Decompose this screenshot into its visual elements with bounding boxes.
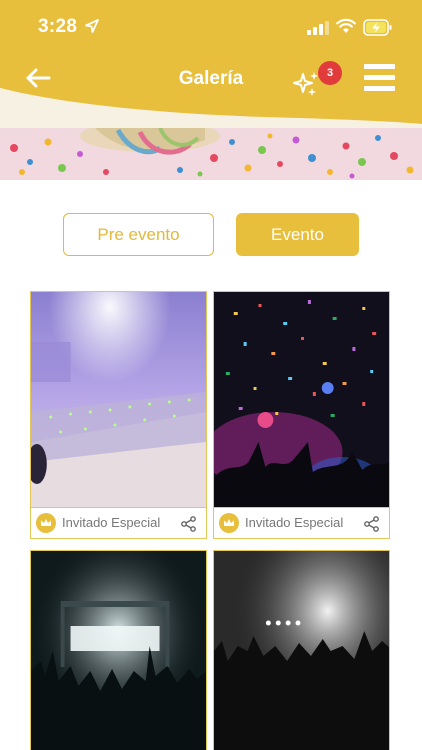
gallery-card[interactable] <box>213 550 390 750</box>
app-header: 3:28 Galería 3 <box>0 0 422 132</box>
tab-pre-evento[interactable]: Pre evento <box>63 213 214 256</box>
gallery-photo-dance-floor[interactable] <box>31 292 206 507</box>
gallery-photo-party-crowd-bw[interactable] <box>214 551 389 750</box>
share-icon[interactable] <box>181 516 196 532</box>
wifi-icon <box>336 18 356 33</box>
tab-evento[interactable]: Evento <box>236 213 359 256</box>
gallery-photo-confetti-crowd[interactable] <box>214 292 389 507</box>
location-arrow-icon <box>85 19 99 33</box>
status-time: 3:28 <box>38 16 78 37</box>
gallery-card[interactable] <box>30 550 207 750</box>
sparkles-icon[interactable] <box>291 70 321 98</box>
crown-icon <box>36 513 56 533</box>
battery-charging-icon <box>363 19 392 36</box>
notification-badge[interactable]: 3 <box>318 61 342 85</box>
confetti-image <box>0 128 422 180</box>
cellular-signal-icon <box>307 21 329 35</box>
page-title: Galería <box>178 68 244 89</box>
hamburger-menu-icon[interactable] <box>364 64 395 94</box>
share-icon[interactable] <box>364 516 379 532</box>
gallery-card[interactable]: Invitado Especial <box>213 291 390 539</box>
card-footer: Invitado Especial <box>214 507 389 538</box>
card-author: Invitado Especial <box>62 515 161 530</box>
header-banner-image <box>0 128 422 180</box>
status-bar: 3:28 <box>0 0 422 52</box>
gallery-photo-concert-stage[interactable] <box>31 551 206 750</box>
crown-icon <box>219 513 239 533</box>
card-author: Invitado Especial <box>245 515 344 530</box>
gallery-card[interactable]: Invitado Especial <box>30 291 207 539</box>
card-footer: Invitado Especial <box>31 507 206 538</box>
